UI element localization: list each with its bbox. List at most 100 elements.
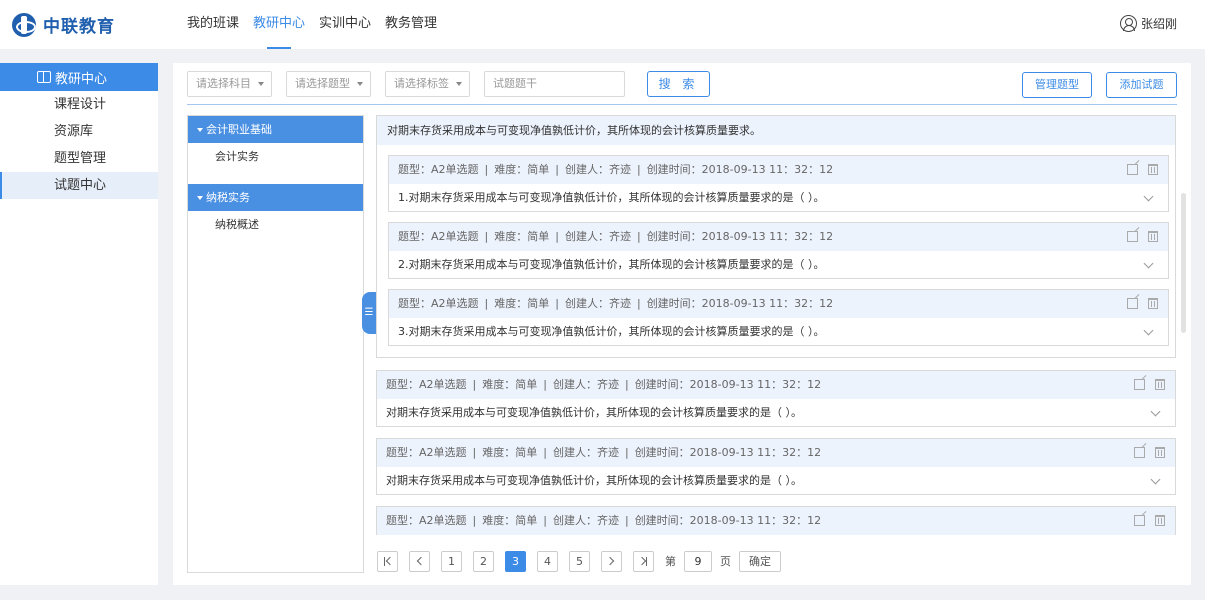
tree-category-tax[interactable]: 纳税实务 bbox=[188, 184, 363, 211]
page-3-current[interactable]: 3 bbox=[505, 550, 526, 572]
nav-training-center[interactable]: 实训中心 bbox=[319, 0, 371, 49]
type-select[interactable]: 请选择题型 bbox=[286, 71, 371, 97]
trash-icon[interactable] bbox=[1148, 298, 1158, 309]
question-stem[interactable]: 2.对期末存货采用成本与可变现净值孰低计价，其所体现的会计核算质量要求的是（ ）… bbox=[389, 251, 1168, 278]
chevron-down-icon[interactable] bbox=[1143, 191, 1154, 202]
scrollbar[interactable] bbox=[1181, 193, 1186, 333]
question-stem[interactable]: 3.对期末存货采用成本与可变现净值孰低计价，其所体现的会计核算质量要求的是（ ）… bbox=[389, 318, 1168, 345]
question-meta: 题型：A2单选题 | 难度：简单 | 创建人：齐迹 | 创建时间：2018-09-13 11… bbox=[389, 156, 1168, 184]
sidebar-item-question-center[interactable]: 试题中心 bbox=[0, 172, 158, 199]
meta-sep: | bbox=[484, 230, 489, 243]
keyword-input[interactable]: 试题题干 bbox=[484, 71, 625, 97]
chevron-down-icon[interactable] bbox=[1150, 474, 1161, 485]
question-actions bbox=[1127, 298, 1158, 309]
meta-sep: | bbox=[472, 446, 477, 459]
trash-icon[interactable] bbox=[1155, 515, 1165, 526]
tree-category-accounting[interactable]: 会计职业基础 bbox=[188, 116, 363, 143]
add-question-button[interactable]: 添加试题 bbox=[1106, 72, 1177, 98]
nav-academic-admin[interactable]: 教务管理 bbox=[385, 0, 437, 49]
trash-icon[interactable] bbox=[1155, 447, 1165, 458]
edit-icon[interactable] bbox=[1134, 447, 1145, 458]
prev-page-button[interactable] bbox=[409, 550, 430, 572]
book-icon bbox=[37, 71, 51, 83]
chevron-down-icon[interactable] bbox=[1143, 325, 1154, 336]
sidebar-header[interactable]: 教研中心 bbox=[0, 63, 158, 91]
user-menu[interactable]: 张绍刚 bbox=[1119, 15, 1177, 32]
meta-type: 题型：A2单选题 bbox=[398, 163, 479, 176]
edit-icon[interactable] bbox=[1127, 231, 1138, 242]
last-page-button[interactable] bbox=[633, 550, 654, 572]
meta-sep: | bbox=[624, 446, 629, 459]
question-card: 题型：A2单选题 | 难度：简单 | 创建人：齐迹 | 创建时间：2018-09-13 11… bbox=[388, 155, 1169, 212]
meta-created: 创建时间：2018-09-13 11：32：12 bbox=[646, 297, 834, 310]
category-tree: 会计职业基础 会计实务 纳税实务 纳税概述 bbox=[187, 115, 364, 573]
edit-icon[interactable] bbox=[1134, 379, 1145, 390]
user-name: 张绍刚 bbox=[1140, 17, 1177, 31]
trash-icon[interactable] bbox=[1148, 164, 1158, 175]
nav-my-classes[interactable]: 我的班课 bbox=[187, 0, 239, 49]
meta-sep: | bbox=[555, 297, 559, 310]
meta-sep: | bbox=[555, 230, 559, 243]
next-page-button[interactable] bbox=[601, 550, 622, 572]
meta-created: 创建时间：2018-09-13 11：32：12 bbox=[634, 446, 822, 459]
sidebar-item-course-design[interactable]: 课程设计 bbox=[0, 91, 158, 118]
question-stem[interactable]: 对期末存货采用成本与可变现净值孰低计价，其所体现的会计核算质量要求的是（ ）。 bbox=[377, 467, 1175, 494]
page-2[interactable]: 2 bbox=[473, 550, 494, 572]
subject-select[interactable]: 请选择科目 bbox=[187, 71, 272, 97]
question-meta: 题型：A2单选题 | 难度：简单 | 创建人：齐迹 | 创建时间：2018-09-13 11… bbox=[389, 223, 1168, 251]
edit-icon[interactable] bbox=[1127, 164, 1138, 175]
tree-item-tax-overview[interactable]: 纳税概述 bbox=[188, 211, 363, 239]
chevron-down-icon[interactable] bbox=[1150, 406, 1161, 417]
meta-creator: 创建人：齐迹 bbox=[564, 230, 631, 243]
logo-icon bbox=[12, 12, 36, 37]
nav-research-center[interactable]: 教研中心 bbox=[253, 0, 305, 49]
question-text: 2.对期末存货采用成本与可变现净值孰低计价，其所体现的会计核算质量要求的是（ ）… bbox=[398, 258, 825, 271]
caret-down-icon bbox=[357, 82, 363, 86]
page-5[interactable]: 5 bbox=[569, 550, 590, 572]
question-card: 题型：A2单选题 | 难度：简单 | 创建人：齐迹 | 创建时间：2018-09-13 11… bbox=[388, 222, 1169, 279]
search-button[interactable]: 搜 索 bbox=[647, 71, 710, 97]
trash-icon[interactable] bbox=[1155, 379, 1165, 390]
chevron-down-icon[interactable] bbox=[1143, 258, 1154, 269]
group-title: 对期末存货采用成本与可变现净值孰低计价，其所体现的会计核算质量要求。 bbox=[377, 116, 1175, 145]
edit-icon[interactable] bbox=[1134, 515, 1145, 526]
meta-type: 题型：A2单选题 bbox=[386, 446, 467, 459]
trash-icon[interactable] bbox=[1148, 231, 1158, 242]
logo[interactable]: 中联教育 bbox=[12, 12, 115, 37]
edit-icon[interactable] bbox=[1127, 298, 1138, 309]
question-card: 题型：A2单选题 | 难度：简单 | 创建人：齐迹 | 创建时间：2018-09-13 11… bbox=[376, 438, 1176, 495]
goto-confirm-button[interactable]: 确定 bbox=[739, 550, 781, 572]
meta-sep: | bbox=[636, 163, 641, 176]
logo-text: 中联教育 bbox=[43, 17, 115, 37]
question-stem[interactable]: 对期末存货采用成本与可变现净值孰低计价，其所体现的会计核算质量要求的是（ ）。 bbox=[377, 399, 1175, 426]
meta-sep: | bbox=[543, 378, 547, 391]
page-4[interactable]: 4 bbox=[537, 550, 558, 572]
tag-select[interactable]: 请选择标签 bbox=[385, 71, 470, 97]
top-bar: 中联教育 我的班课 教研中心 实训中心 教务管理 张绍刚 bbox=[0, 0, 1205, 49]
question-text: 3.对期末存货采用成本与可变现净值孰低计价，其所体现的会计核算质量要求的是（ ）… bbox=[398, 325, 825, 338]
collapse-tree-handle[interactable]: ☰ bbox=[362, 292, 376, 334]
meta-creator: 创建人：齐迹 bbox=[552, 378, 619, 391]
meta-difficulty: 难度：简单 bbox=[494, 297, 550, 310]
page-1[interactable]: 1 bbox=[441, 550, 462, 572]
meta-creator: 创建人：齐迹 bbox=[564, 297, 631, 310]
question-card: 题型：A2单选题 | 难度：简单 | 创建人：齐迹 | 创建时间：2018-09-13 11… bbox=[388, 289, 1169, 346]
manage-types-button[interactable]: 管理题型 bbox=[1022, 72, 1092, 98]
meta-creator: 创建人：齐迹 bbox=[552, 514, 619, 527]
meta-sep: | bbox=[624, 514, 629, 527]
meta-type: 题型：A2单选题 bbox=[398, 230, 479, 243]
question-stem[interactable]: 1.对期末存货采用成本与可变现净值孰低计价，其所体现的会计核算质量要求的是（ ）… bbox=[389, 184, 1168, 211]
sidebar: 教研中心 课程设计 资源库 题型管理 试题中心 bbox=[0, 63, 158, 585]
tree-item-accounting-practice[interactable]: 会计实务 bbox=[188, 143, 363, 171]
meta-sep: | bbox=[543, 446, 547, 459]
first-page-button[interactable] bbox=[377, 550, 398, 572]
goto-page-input[interactable]: 9 bbox=[684, 550, 712, 572]
meta-difficulty: 难度：简单 bbox=[482, 514, 538, 527]
sidebar-item-resources[interactable]: 资源库 bbox=[0, 118, 158, 145]
question-text: 对期末存货采用成本与可变现净值孰低计价，其所体现的会计核算质量要求的是（ ）。 bbox=[386, 406, 802, 419]
meta-sep: | bbox=[484, 297, 489, 310]
filter-bar: 请选择科目 请选择题型 请选择标签 试题题干 搜 索 管理题型 添加试题 bbox=[187, 71, 1177, 98]
question-card: 题型：A2单选题 | 难度：简单 | 创建人：齐迹 | 创建时间：2018-09-13 11… bbox=[376, 506, 1176, 535]
question-group: 对期末存货采用成本与可变现净值孰低计价，其所体现的会计核算质量要求。 题型：A2… bbox=[376, 115, 1176, 358]
sidebar-item-question-types[interactable]: 题型管理 bbox=[0, 145, 158, 172]
